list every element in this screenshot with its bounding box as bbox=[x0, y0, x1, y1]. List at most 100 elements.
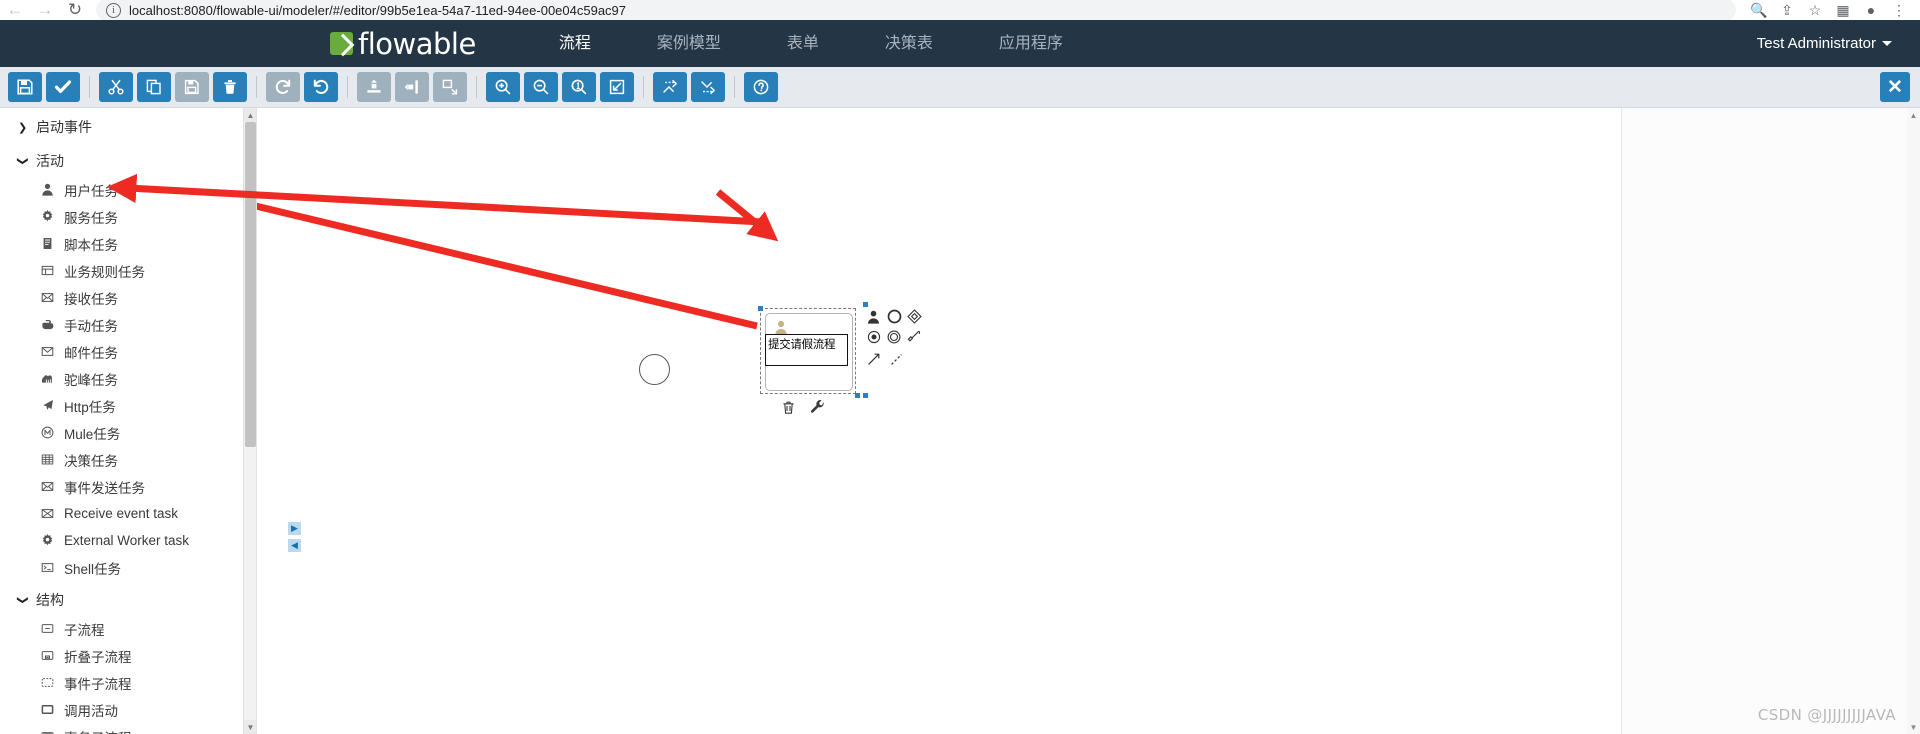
align-horizontal-button[interactable] bbox=[395, 72, 429, 102]
palette-item-external-worker-task[interactable]: External Worker task bbox=[0, 527, 256, 554]
paste-button[interactable] bbox=[175, 72, 209, 102]
decision-task-grid-icon bbox=[40, 452, 55, 467]
flowable-logo[interactable]: flowable bbox=[330, 20, 476, 67]
palette-item-manual-task[interactable]: 手动任务 bbox=[0, 311, 256, 338]
user-menu-label: Test Administrator bbox=[1756, 35, 1876, 52]
expand-panel-button[interactable]: ▶ bbox=[288, 522, 301, 535]
copy-button[interactable] bbox=[137, 72, 171, 102]
palette-item-shell-task[interactable]: Shell任务 bbox=[0, 554, 256, 581]
zoom-fit-button[interactable] bbox=[600, 72, 634, 102]
palette-scrollbar-thumb[interactable] bbox=[245, 122, 256, 447]
palette-item-label: 事件子流程 bbox=[64, 676, 132, 692]
cut-button[interactable] bbox=[99, 72, 133, 102]
morph-user-task-icon[interactable] bbox=[865, 308, 882, 325]
node-properties-button[interactable] bbox=[809, 399, 825, 415]
align-vertical-button[interactable] bbox=[357, 72, 391, 102]
palette-group-start-events[interactable]: ❯ 启动事件 bbox=[0, 108, 256, 142]
scroll-down-arrow-icon[interactable]: ▼ bbox=[244, 720, 256, 734]
chevron-down-icon bbox=[1882, 41, 1892, 46]
palette-group-structural[interactable]: ❯ 结构 bbox=[0, 581, 256, 615]
nav-item-case-models[interactable]: 案例模型 bbox=[624, 20, 754, 67]
bendpoint-add-button[interactable] bbox=[653, 72, 687, 102]
back-arrow-icon[interactable]: ← bbox=[0, 0, 30, 20]
toolbar-divider bbox=[347, 76, 348, 98]
selection-handle-bottom-right[interactable] bbox=[855, 393, 860, 398]
share-icon[interactable]: ⇪ bbox=[1774, 0, 1800, 20]
start-event-node[interactable] bbox=[639, 354, 670, 385]
profile-icon[interactable]: ● bbox=[1858, 0, 1884, 20]
morph-gateway-icon[interactable] bbox=[906, 308, 923, 325]
redo-button[interactable] bbox=[266, 72, 300, 102]
scroll-up-arrow-icon[interactable]: ▲ bbox=[244, 108, 256, 122]
palette-item-camel-task[interactable]: 驼峰任务 bbox=[0, 365, 256, 392]
collapsed-subprocess-icon bbox=[40, 648, 55, 663]
nav-item-decision-tables[interactable]: 决策表 bbox=[852, 20, 966, 67]
palette-item-call-activity[interactable]: 调用活动 bbox=[0, 696, 256, 723]
selection-handle-top-left[interactable] bbox=[758, 306, 763, 311]
chevron-down-icon: ❯ bbox=[16, 595, 29, 605]
same-size-button[interactable] bbox=[433, 72, 467, 102]
palette-item-event-subprocess[interactable]: 事件子流程 bbox=[0, 669, 256, 696]
palette-item-receive-event-task[interactable]: Receive event task bbox=[0, 500, 256, 527]
context-pad-handle[interactable] bbox=[863, 302, 868, 307]
palette-item-service-task[interactable]: 服务任务 bbox=[0, 203, 256, 230]
extensions-icon[interactable]: ▦ bbox=[1830, 0, 1856, 20]
association-flow-icon[interactable] bbox=[888, 350, 905, 367]
nav-item-processes[interactable]: 流程 bbox=[526, 20, 624, 67]
morph-event-icon[interactable] bbox=[886, 308, 903, 325]
palette-item-collapsed-subprocess[interactable]: 折叠子流程 bbox=[0, 642, 256, 669]
task-name-input[interactable] bbox=[765, 334, 848, 366]
search-icon[interactable]: 🔍 bbox=[1746, 0, 1772, 20]
palette-scrollbar[interactable]: ▲ ▼ bbox=[243, 108, 256, 734]
validate-button[interactable] bbox=[46, 72, 80, 102]
scroll-up-arrow-icon[interactable]: ▲ bbox=[1907, 108, 1920, 122]
sequence-flow-icon[interactable] bbox=[865, 350, 882, 367]
reload-icon[interactable]: ↻ bbox=[60, 0, 90, 20]
delete-node-button[interactable] bbox=[780, 399, 796, 415]
morph-end-event-icon[interactable] bbox=[885, 328, 902, 345]
zoom-out-button[interactable] bbox=[524, 72, 558, 102]
canvas-left-gutter bbox=[257, 108, 530, 734]
palette-item-user-task[interactable]: 用户任务 bbox=[0, 176, 256, 203]
user-menu[interactable]: Test Administrator bbox=[1757, 35, 1892, 52]
close-editor-button[interactable]: ✕ bbox=[1880, 72, 1910, 102]
palette-item-decision-task[interactable]: 决策任务 bbox=[0, 446, 256, 473]
palette-item-label: 用户任务 bbox=[64, 183, 118, 199]
site-info-icon[interactable]: i bbox=[106, 2, 121, 18]
nav-item-apps[interactable]: 应用程序 bbox=[966, 20, 1096, 67]
save-button[interactable] bbox=[8, 72, 42, 102]
context-pad-handle-bottom[interactable] bbox=[863, 393, 868, 398]
user-task-icon bbox=[40, 182, 55, 197]
zoom-in-button[interactable] bbox=[486, 72, 520, 102]
diagram-canvas[interactable]: ▶ ◀ 提交请假流程 ▲ ▼ CSDN @JJJJJJJJJAVA bbox=[257, 108, 1920, 734]
palette-item-subprocess[interactable]: 子流程 bbox=[0, 615, 256, 642]
menu-icon[interactable]: ⋮ bbox=[1886, 0, 1912, 20]
canvas-scrollbar[interactable]: ▲ ▼ bbox=[1907, 108, 1920, 734]
palette-item-label: Http任务 bbox=[64, 399, 116, 415]
morph-boundary-icon[interactable] bbox=[905, 328, 922, 345]
bendpoint-remove-button[interactable] bbox=[691, 72, 725, 102]
palette-item-business-rule-task[interactable]: 业务规则任务 bbox=[0, 257, 256, 284]
palette-item-transaction-subprocess[interactable]: 事务子流程 bbox=[0, 723, 256, 734]
forward-arrow-icon[interactable]: → bbox=[30, 0, 60, 20]
scroll-down-arrow-icon[interactable]: ▼ bbox=[1907, 720, 1920, 734]
canvas-sheet[interactable]: ▶ ◀ bbox=[257, 108, 1622, 734]
palette-item-http-task[interactable]: Http任务 bbox=[0, 392, 256, 419]
address-bar[interactable]: i localhost:8080/flowable-ui/modeler/#/e… bbox=[96, 0, 1736, 20]
manual-task-hand-icon bbox=[40, 317, 55, 332]
palette-item-receive-task[interactable]: 接收任务 bbox=[0, 284, 256, 311]
undo-button[interactable] bbox=[304, 72, 338, 102]
help-button[interactable] bbox=[744, 72, 778, 102]
palette-item-send-event-task[interactable]: 事件发送任务 bbox=[0, 473, 256, 500]
zoom-actual-button[interactable] bbox=[562, 72, 596, 102]
star-icon[interactable]: ☆ bbox=[1802, 0, 1828, 20]
morph-timer-event-icon[interactable] bbox=[865, 328, 882, 345]
delete-button[interactable] bbox=[213, 72, 247, 102]
collapse-panel-button[interactable]: ◀ bbox=[288, 539, 301, 552]
palette-item-mule-task[interactable]: Mule任务 bbox=[0, 419, 256, 446]
palette-item-mail-task[interactable]: 邮件任务 bbox=[0, 338, 256, 365]
receive-event-task-icon bbox=[40, 506, 55, 521]
nav-item-forms[interactable]: 表单 bbox=[754, 20, 852, 67]
palette-group-activities[interactable]: ❯ 活动 bbox=[0, 142, 256, 176]
palette-item-script-task[interactable]: 脚本任务 bbox=[0, 230, 256, 257]
